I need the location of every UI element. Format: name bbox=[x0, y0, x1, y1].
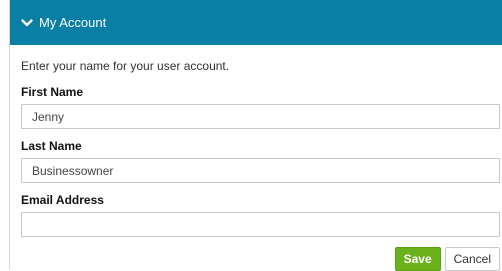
last-name-label: Last Name bbox=[21, 139, 82, 153]
email-address-label: Email Address bbox=[21, 193, 104, 207]
chevron-down-icon[interactable] bbox=[20, 16, 34, 30]
account-form: Enter your name for your user account. F… bbox=[10, 45, 502, 271]
email-address-input[interactable] bbox=[21, 212, 500, 237]
cancel-button[interactable]: Cancel bbox=[444, 247, 500, 271]
first-name-label: First Name bbox=[21, 85, 84, 99]
last-name-input[interactable] bbox=[21, 158, 500, 183]
form-actions: Save Cancel bbox=[21, 247, 500, 271]
save-button[interactable]: Save bbox=[394, 247, 441, 271]
account-panel: My Account Enter your name for your user… bbox=[9, 0, 502, 271]
form-intro-text: Enter your name for your user account. bbox=[21, 59, 230, 73]
panel-title: My Account bbox=[39, 15, 107, 30]
panel-header[interactable]: My Account bbox=[10, 0, 502, 45]
first-name-input[interactable] bbox=[21, 104, 500, 129]
